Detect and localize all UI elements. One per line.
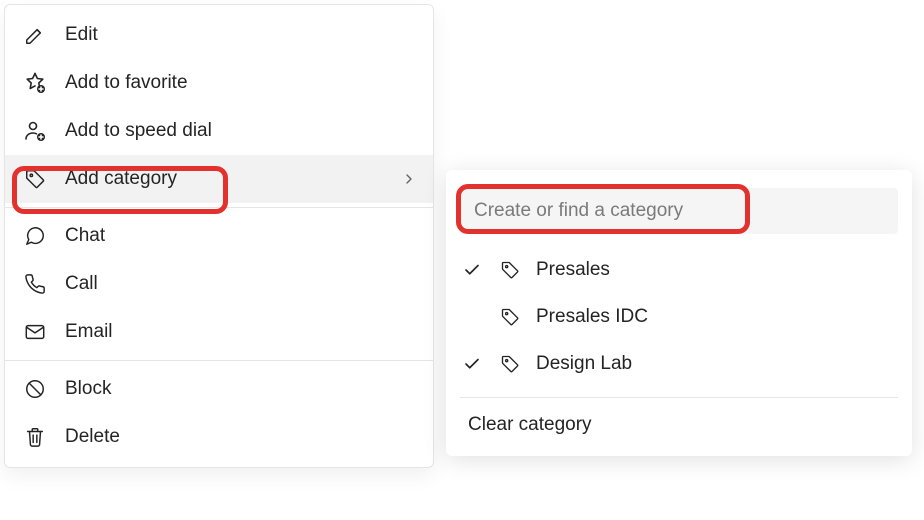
menu-item-call[interactable]: Call [5,260,433,308]
category-label: Presales [536,259,610,281]
clear-category-button[interactable]: Clear category [446,398,912,446]
category-list: Presales Presales IDC [446,240,912,387]
category-label: Presales IDC [536,306,648,328]
menu-label: Add category [65,168,177,190]
menu-label: Email [65,321,113,343]
chevron-right-icon [401,171,417,187]
menu-label: Delete [65,426,120,448]
menu-divider [5,360,433,361]
menu-item-email[interactable]: Email [5,308,433,356]
chat-icon [23,224,47,248]
category-item[interactable]: Presales [460,246,898,293]
menu-item-block[interactable]: Block [5,365,433,413]
menu-item-add-favorite[interactable]: Add to favorite [5,59,433,107]
pencil-icon [23,23,47,47]
menu-item-chat[interactable]: Chat [5,212,433,260]
person-plus-icon [23,119,47,143]
context-menu: Edit Add to favorite Add to speed dial [4,4,434,468]
block-icon [23,377,47,401]
tag-icon [498,260,522,280]
search-wrapper [446,188,912,240]
menu-item-add-speed-dial[interactable]: Add to speed dial [5,107,433,155]
check-icon [460,355,484,373]
category-item[interactable]: Design Lab [460,340,898,387]
star-plus-icon [23,71,47,95]
menu-label: Call [65,273,98,295]
tag-icon [498,354,522,374]
category-label: Design Lab [536,353,632,375]
mail-icon [23,320,47,344]
menu-label: Add to favorite [65,72,188,94]
tag-icon [23,167,47,191]
menu-divider [5,207,433,208]
clear-label: Clear category [468,414,592,435]
trash-icon [23,425,47,449]
menu-item-delete[interactable]: Delete [5,413,433,461]
menu-label: Edit [65,24,98,46]
menu-label: Add to speed dial [65,120,212,142]
category-search-input[interactable] [460,188,898,234]
tag-icon [498,307,522,327]
check-icon [460,261,484,279]
category-submenu: Presales Presales IDC [446,170,912,456]
menu-label: Block [65,378,111,400]
menu-item-edit[interactable]: Edit [5,11,433,59]
menu-item-add-category[interactable]: Add category [5,155,433,203]
menu-label: Chat [65,225,105,247]
phone-icon [23,272,47,296]
category-item[interactable]: Presales IDC [460,293,898,340]
